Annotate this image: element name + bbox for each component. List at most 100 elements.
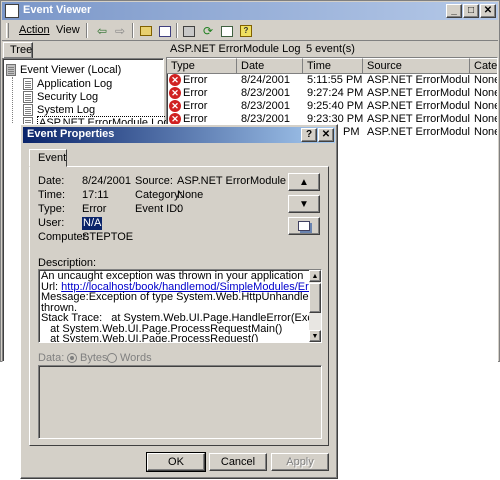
error-icon: ✕ [169,100,181,113]
source-label: Source: [135,175,173,187]
back-arrow-icon[interactable]: ⇦ [93,22,111,40]
up-folder-icon[interactable] [137,22,155,40]
category-cell: None [474,74,498,86]
tab-panel: Date: 8/24/2001 Time: 17:11 Type: Error … [29,166,329,446]
error-icon: ✕ [169,74,181,87]
next-event-button[interactable]: ▼ [288,195,320,213]
dialog-help-button[interactable]: ? [301,128,317,142]
type-cell: ✕ Error [169,74,235,87]
tree-tab[interactable]: Tree [3,42,33,58]
column-header-time[interactable]: Time [303,58,363,74]
dialog-title: Event Properties [27,128,115,140]
show-hide-tree-icon[interactable] [156,22,174,40]
type-text: Error [183,87,208,99]
previous-event-button[interactable]: ▲ [288,173,320,191]
tab-event[interactable]: Event [29,149,67,167]
column-header-source[interactable]: Source [363,58,470,74]
menu-action[interactable]: Action [19,24,50,36]
words-label: Words [120,352,152,364]
table-row[interactable]: ✕ Error 8/23/2001 9:25:40 PM ASP.NET Erro… [167,100,497,113]
scroll-thumb[interactable] [309,283,321,313]
tree-item-security-log[interactable]: Security Log [23,91,98,104]
column-header-type[interactable]: Type [167,58,237,74]
cancel-button[interactable]: Cancel [209,453,267,471]
date-cell: 8/23/2001 [241,87,290,99]
table-row[interactable]: ✕ Error 8/24/2001 5:11:55 PM ASP.NET Erro… [167,74,497,87]
toolbar-separator [86,23,88,38]
column-header-category[interactable]: Catego [470,58,497,74]
refresh-icon[interactable]: ⟳ [199,22,217,40]
properties-icon[interactable] [180,22,198,40]
list-title: ASP.NET ErrorModule Log [170,43,301,55]
help-icon[interactable]: ? [237,22,255,40]
date-cell: 8/24/2001 [241,74,290,86]
ok-label: OK [168,456,184,468]
event-id-label: Event ID: [135,203,181,215]
apply-label: Apply [286,456,314,468]
minimize-button[interactable]: _ [446,4,462,18]
copy-icon [298,221,310,231]
radio-dot [70,356,74,360]
scroll-down-icon[interactable]: ▼ [309,330,321,342]
source-cell: ASP.NET ErrorModule [367,74,470,86]
dialog-close-button[interactable]: ✕ [318,128,334,142]
table-row[interactable]: ✕ Error 8/23/2001 9:27:24 PM ASP.NET Erro… [167,87,497,100]
toolbar-separator-2 [132,23,134,38]
time-cell: 9:27:24 PM [307,87,363,99]
forward-arrow-icon[interactable]: ⇨ [111,22,129,40]
error-icon: ✕ [169,87,181,100]
maximize-button[interactable]: □ [463,4,479,18]
scroll-up-icon[interactable]: ▲ [309,270,321,282]
up-arrow-icon: ▲ [299,176,309,188]
menu-grip [6,23,9,38]
words-radio[interactable] [107,353,117,363]
description-box[interactable]: An uncaught exception was thrown in your… [38,269,322,343]
tree-root[interactable]: Event Viewer (Local) [6,64,121,77]
column-header-date[interactable]: Date [237,58,303,74]
data-box[interactable] [38,365,322,439]
time-value: 17:11 [82,189,109,201]
time-cell: 9:25:40 PM [307,100,363,112]
bytes-radio[interactable] [67,353,77,363]
source-cell: ASP.NET ErrorModule [367,126,470,138]
dialog-title-bar[interactable]: Event Properties ? ✕ [23,127,335,143]
description-scrollbar[interactable]: ▲ ▼ [309,270,321,342]
category-cell: None [474,87,498,99]
down-arrow-icon: ▼ [299,198,309,210]
type-text: Error [183,100,208,112]
tree-item-label: Security Log [37,91,99,103]
source-value: ASP.NET ErrorModule [177,175,287,187]
ok-button[interactable]: OK [146,452,206,472]
log-icon [23,104,33,117]
source-cell: ASP.NET ErrorModule [367,87,470,99]
category-cell: None [474,113,498,125]
close-button[interactable]: ✕ [480,4,496,18]
computer-value: STEPTOE [82,231,134,243]
type-cell: ✕ Error [169,100,235,113]
menu-view[interactable]: View [56,24,80,36]
tree-connector [12,77,13,123]
date-label: Date: [38,175,65,187]
user-value[interactable]: N/A [82,217,103,230]
window-title: Event Viewer [23,4,92,16]
copy-button[interactable] [288,217,320,235]
log-icon [23,78,33,91]
user-label: User: [38,217,65,229]
title-bar[interactable]: Event Viewer _ □ ✕ [2,2,498,20]
tree-root-label: Event Viewer (Local) [20,64,122,76]
type-label: Type: [38,203,65,215]
category-value: None [177,189,204,201]
event-viewer-icon [5,4,19,18]
date-cell: 8/23/2001 [241,100,290,112]
time-label: Time: [38,189,66,201]
type-value: Error [82,203,107,215]
event-properties-dialog: Event Properties ? ✕ Event Date: 8/24/20… [20,124,338,479]
time-cell: PM [343,126,360,138]
category-label: Category: [135,189,183,201]
type-text: Error [183,74,208,86]
apply-button[interactable]: Apply [271,453,329,471]
tree-item-application-log[interactable]: Application Log [23,78,112,91]
export-list-icon[interactable] [218,22,236,40]
toolbar-separator-3 [176,23,178,38]
type-cell: ✕ Error [169,87,235,100]
